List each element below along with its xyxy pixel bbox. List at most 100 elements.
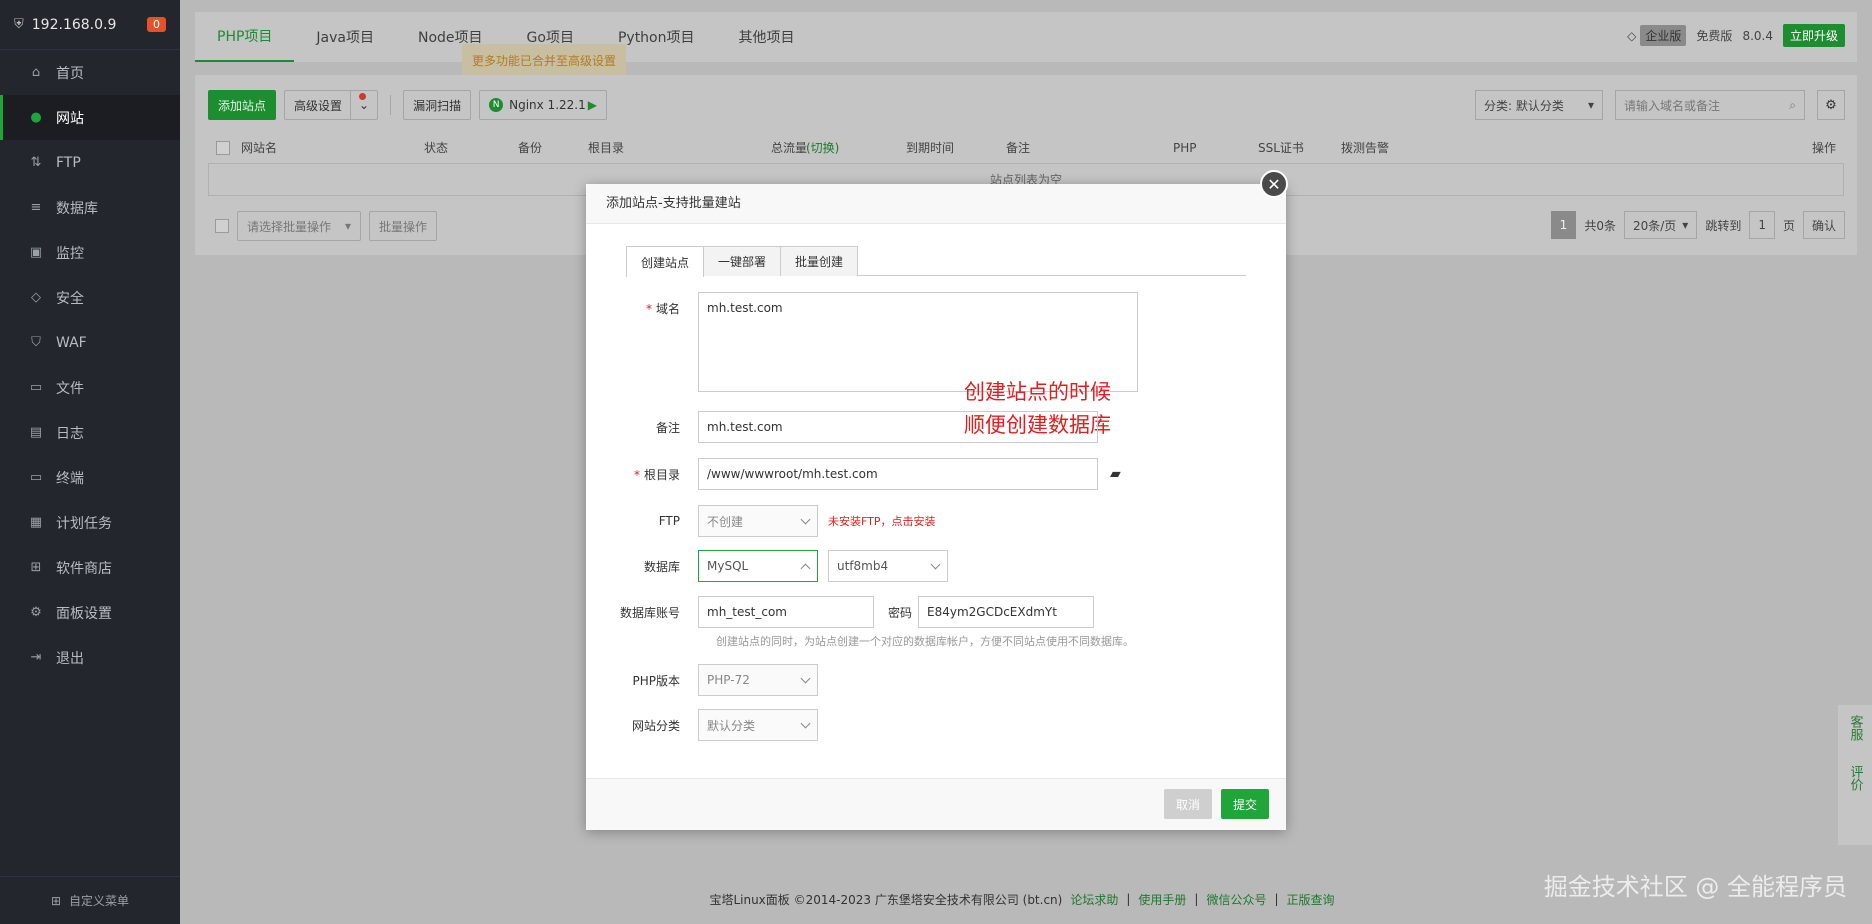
sidebar-item-files[interactable]: ▭ 文件: [0, 365, 180, 410]
custom-menu-button[interactable]: ⊞ 自定义菜单: [0, 876, 180, 924]
sidebar-item-settings[interactable]: ⚙ 面板设置: [0, 590, 180, 635]
jump-confirm-button[interactable]: 确认: [1802, 211, 1845, 239]
col-remark: 备注: [1006, 141, 1031, 155]
tab-create-site[interactable]: 创建站点: [626, 246, 705, 277]
folder-open-icon[interactable]: ▰: [1110, 466, 1121, 482]
ftp-icon: ⇅: [30, 155, 42, 170]
page-current[interactable]: 1: [1550, 211, 1577, 239]
sidebar-item-terminal[interactable]: ▭ 终端: [0, 455, 180, 500]
tab-one-click-deploy[interactable]: 一键部署: [703, 246, 782, 276]
search-input[interactable]: 请输入域名或备注 ⌕: [1615, 90, 1805, 120]
sidebar-item-logs[interactable]: ▤ 日志: [0, 410, 180, 455]
dialog-title: 添加站点-支持批量建站: [586, 184, 1286, 224]
sidebar-item-logout[interactable]: ⇥ 退出: [0, 635, 180, 680]
cancel-button[interactable]: 取消: [1163, 789, 1212, 819]
vuln-scan-button[interactable]: 漏洞扫描: [403, 90, 472, 120]
sidebar-item-database[interactable]: ≡ 数据库: [0, 185, 180, 230]
tab-php[interactable]: PHP项目: [195, 12, 295, 62]
notification-badge[interactable]: 0: [147, 17, 166, 32]
copyright-text: 宝塔Linux面板 ©2014-2023 广东堡塔安全技术有限公司 (bt.cn…: [709, 892, 1063, 907]
ftp-select[interactable]: 不创建: [698, 505, 818, 537]
submit-button[interactable]: 提交: [1220, 789, 1269, 819]
traffic-switch-link[interactable]: (切换): [806, 139, 839, 156]
php-row: PHP版本 PHP-72: [586, 664, 818, 696]
database-type-select[interactable]: MySQL: [698, 550, 818, 582]
root-row: * 根目录 /www/wwwroot/mh.test.com ▰: [586, 458, 1121, 490]
tab-batch-create[interactable]: 批量创建: [780, 246, 859, 276]
sidebar-item-website[interactable]: ● 网站: [0, 95, 180, 140]
enterprise-label: 企业版: [1640, 25, 1687, 46]
version-info: ◇ 企业版 免费版 8.0.4 立即升级: [1627, 24, 1845, 47]
tab-other[interactable]: 其他项目: [717, 12, 817, 62]
sidebar-item-cron[interactable]: ▦ 计划任务: [0, 500, 180, 545]
sidebar-item-ftp[interactable]: ⇅ FTP: [0, 140, 180, 185]
col-expire[interactable]: 到期时间: [906, 139, 954, 156]
database-type-value: MySQL: [707, 559, 749, 573]
advanced-settings-button[interactable]: 高级设置 ⌄: [284, 90, 379, 120]
wechat-link[interactable]: 微信公众号: [1206, 891, 1266, 908]
watermark: 掘金技术社区 @ 全能程序员: [1543, 873, 1847, 901]
license-check-link[interactable]: 正版查询: [1287, 891, 1335, 908]
sidebar-item-label: 日志: [56, 425, 84, 442]
site-category-value: 默认分类: [707, 718, 756, 733]
root-input[interactable]: /www/wwwroot/mh.test.com: [698, 458, 1098, 490]
jump-input[interactable]: 1: [1749, 211, 1775, 239]
col-ssl: SSL证书: [1258, 141, 1304, 155]
db-account-input[interactable]: mh_test_com: [698, 596, 874, 628]
root-label: * 根目录: [633, 467, 680, 482]
advanced-settings-label: 高级设置: [294, 98, 343, 113]
upgrade-button[interactable]: 立即升级: [1782, 24, 1845, 47]
add-site-button[interactable]: 添加站点: [208, 90, 277, 120]
col-actions: 操作: [1811, 141, 1836, 155]
password-input[interactable]: E84ym2GCDcEXdmYt: [918, 596, 1095, 628]
col-traffic[interactable]: 总流量: [771, 139, 807, 156]
sidebar-item-label: 终端: [56, 470, 84, 487]
per-page-select[interactable]: 20条/页 ▾: [1623, 211, 1698, 239]
feedback-button[interactable]: 评价: [1848, 765, 1863, 791]
select-all-footer-checkbox[interactable]: [215, 219, 229, 233]
batch-select[interactable]: 请选择批量操作 ▾: [237, 211, 361, 241]
enterprise-badge[interactable]: ◇ 企业版: [1627, 25, 1687, 46]
chevron-down-icon: [800, 673, 811, 683]
settings-icon: ⚙: [30, 605, 42, 620]
store-icon: ⊞: [30, 560, 42, 575]
charset-value: utf8mb4: [837, 559, 889, 573]
close-icon[interactable]: ✕: [1260, 170, 1288, 198]
sidebar-item-monitor[interactable]: ▣ 监控: [0, 230, 180, 275]
sidebar-item-label: 文件: [56, 380, 84, 397]
remark-input[interactable]: mh.test.com: [698, 411, 1098, 443]
ftp-install-link[interactable]: 未安装FTP，点击安装: [828, 513, 936, 529]
version-number: 8.0.4: [1742, 28, 1773, 43]
batch-action-button[interactable]: 批量操作: [369, 211, 438, 241]
search-icon[interactable]: ⌕: [1789, 98, 1796, 113]
sidebar-item-security[interactable]: ◇ 安全: [0, 275, 180, 320]
chevron-down-icon: [800, 718, 811, 728]
total-count: 共0条: [1584, 218, 1616, 233]
folder-icon: ▭: [29, 380, 43, 395]
nginx-button[interactable]: N Nginx 1.22.1 ▶: [479, 90, 607, 120]
col-status[interactable]: 状态: [424, 139, 448, 156]
charset-select[interactable]: utf8mb4: [828, 550, 948, 582]
customer-service-button[interactable]: 客服: [1848, 715, 1863, 741]
globe-icon: ●: [30, 110, 42, 125]
manual-link[interactable]: 使用手册: [1138, 891, 1186, 908]
play-icon: ▶: [587, 98, 597, 112]
php-version-select[interactable]: PHP-72: [698, 664, 818, 696]
tab-java[interactable]: Java项目: [294, 12, 396, 62]
ftp-select-value: 不创建: [707, 514, 744, 529]
col-site-name[interactable]: 网站名: [241, 139, 277, 156]
site-category-select[interactable]: 默认分类: [698, 709, 818, 741]
dropdown-arrow-icon: ▾: [1587, 98, 1594, 112]
sidebar-item-store[interactable]: ⊞ 软件商店: [0, 545, 180, 590]
sidebar-item-home[interactable]: ⌂ 首页: [0, 50, 180, 95]
sidebar-item-label: 首页: [56, 65, 84, 82]
page-unit: 页: [1782, 218, 1795, 233]
col-root: 根目录: [588, 141, 625, 155]
batch-select-placeholder: 请选择批量操作: [247, 219, 332, 234]
category-select[interactable]: 分类: 默认分类 ▾: [1475, 90, 1603, 120]
table-settings-button[interactable]: ⚙: [1817, 90, 1845, 120]
ftp-row: FTP 不创建 未安装FTP，点击安装: [586, 505, 936, 537]
sidebar-item-waf[interactable]: ⛉ WAF: [0, 320, 180, 365]
select-all-checkbox[interactable]: [216, 140, 230, 155]
forum-link[interactable]: 论坛求助: [1070, 891, 1118, 908]
